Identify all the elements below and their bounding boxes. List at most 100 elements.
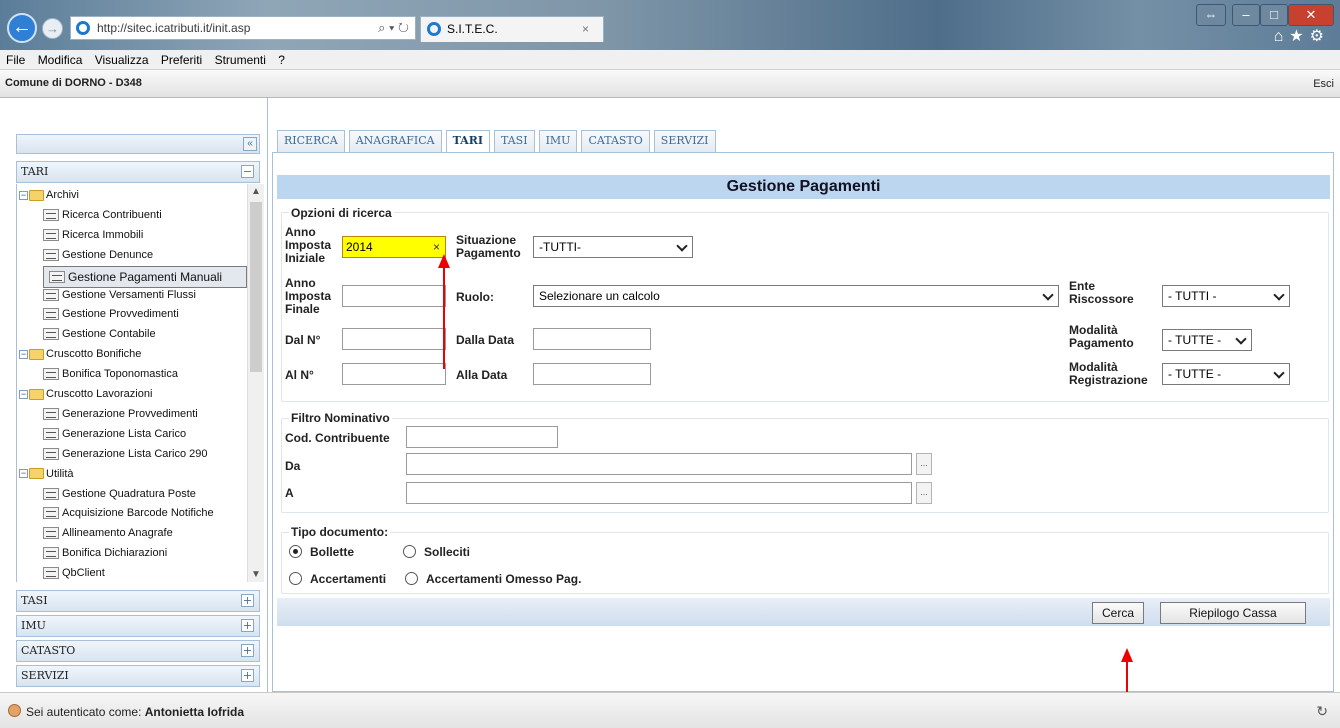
tree-item[interactable]: Gestione Provvedimenti (43, 305, 247, 323)
chevron-down-icon (1042, 289, 1054, 301)
tree-folder[interactable]: − Utilità (19, 465, 247, 483)
riepilogo-cassa-button[interactable]: Riepilogo Cassa (1160, 602, 1306, 624)
tree-item[interactable]: Generazione Lista Carico (43, 425, 247, 443)
tree-item[interactable]: Ricerca Contribuenti (43, 206, 247, 224)
minimize-icon[interactable]: – (1232, 4, 1260, 26)
ente-select[interactable]: - TUTTI - (1162, 285, 1290, 307)
search-button[interactable]: Cerca (1092, 602, 1144, 624)
tab-servizi[interactable]: SERVIZI (653, 130, 716, 152)
dal-n-input[interactable] (342, 328, 446, 350)
refresh-icon[interactable]: ↻ (1316, 703, 1328, 720)
back-arrow-icon[interactable]: ← (7, 13, 37, 43)
left-panel: « TARI − − Archivi Ricerca Contribuenti Ric… (0, 98, 268, 692)
expand-icon[interactable]: + (241, 619, 254, 632)
tree-item[interactable]: Acquisizione Barcode Notifiche (43, 504, 247, 522)
maximize-icon[interactable]: □ (1260, 4, 1288, 26)
search-refresh-icon[interactable]: ⌕ ▾ ↻ (378, 17, 409, 39)
section-imu[interactable]: IMU + (16, 615, 260, 637)
section-catasto[interactable]: CATASTO + (16, 640, 260, 662)
da-input[interactable] (406, 453, 912, 475)
collapse-node-icon[interactable]: − (19, 389, 28, 399)
tree-scrollbar[interactable]: ▲ ▼ (248, 184, 264, 582)
tree-folder[interactable]: − Archivi (19, 186, 247, 204)
collapse-panel-icon[interactable]: « (243, 137, 257, 151)
anno-finale-input[interactable] (342, 285, 446, 307)
browse-a-button[interactable]: ... (916, 482, 932, 504)
collapse-node-icon[interactable]: − (19, 190, 28, 200)
exit-link[interactable]: Esci (1313, 78, 1334, 90)
tab-tasi[interactable]: TASI (494, 130, 535, 152)
section-servizi[interactable]: SERVIZI + (16, 665, 260, 687)
ruolo-select[interactable]: Selezionare un calcolo (533, 285, 1059, 307)
collapse-node-icon[interactable]: − (19, 349, 28, 359)
close-window-icon[interactable]: ✕ (1288, 4, 1334, 26)
tree-item[interactable]: Ricerca Immobili (43, 226, 247, 244)
forward-arrow-icon[interactable]: → (42, 18, 63, 39)
anno-iniziale-input[interactable]: 2014 × (342, 236, 446, 258)
tree-item[interactable]: Allineamento Anagrafe (43, 524, 247, 542)
section-label: IMU (21, 619, 46, 632)
menu-modifica[interactable]: Modifica (38, 53, 83, 67)
browser-tab[interactable]: S.I.T.E.C. × (420, 16, 604, 42)
tab-catasto[interactable]: CATASTO (581, 130, 650, 152)
tree-item[interactable]: Gestione Contabile (43, 325, 247, 343)
tab-anagrafica[interactable]: ANAGRAFICA (348, 130, 442, 152)
browse-da-button[interactable]: ... (916, 453, 932, 475)
collapse-node-icon[interactable]: − (19, 469, 28, 479)
solleciti-radio[interactable] (403, 545, 416, 558)
accertamenti-radio[interactable] (289, 572, 302, 585)
tree-item[interactable]: Bonifica Toponomastica (43, 365, 247, 383)
tree-item[interactable]: Generazione Provvedimenti (43, 405, 247, 423)
tree-item[interactable]: QbClient (43, 564, 247, 582)
expand-icon[interactable]: + (241, 644, 254, 657)
scroll-thumb[interactable] (250, 202, 262, 372)
collapse-icon[interactable]: − (241, 165, 254, 178)
situazione-select[interactable]: -TUTTI- (533, 236, 693, 258)
close-tab-icon[interactable]: × (582, 17, 589, 41)
alla-data-input[interactable] (533, 363, 651, 385)
section-label: CATASTO (21, 644, 76, 657)
home-star-gear-icons[interactable]: ⌂★⚙ (1274, 26, 1330, 46)
expand-icon[interactable]: + (241, 669, 254, 682)
menu-preferiti[interactable]: Preferiti (161, 53, 202, 67)
page-icon (49, 271, 65, 284)
dalla-data-input[interactable] (533, 328, 651, 350)
tree-folder[interactable]: − Cruscotto Bonifiche (19, 345, 247, 363)
ruolo-value: Selezionare un calcolo (539, 289, 660, 303)
situazione-value: -TUTTI- (539, 240, 581, 254)
tree-item[interactable]: Gestione Denunce (43, 246, 247, 264)
restore-icon[interactable]: ⇔ (1196, 4, 1226, 26)
section-tasi[interactable]: TASI + (16, 590, 260, 612)
modalita-pag-select[interactable]: - TUTTE - (1162, 329, 1252, 351)
tab-tari[interactable]: TARI (445, 130, 490, 153)
anno-iniziale-value: 2014 (346, 240, 373, 254)
page-icon (43, 447, 59, 460)
tab-ricerca[interactable]: RICERCA (277, 130, 345, 152)
al-n-input[interactable] (342, 363, 446, 385)
menu-file[interactable]: File (6, 53, 25, 67)
expand-icon[interactable]: + (241, 594, 254, 607)
modalita-reg-select[interactable]: - TUTTE - (1162, 363, 1290, 385)
tree-item[interactable]: Gestione Pagamenti Manuali (43, 265, 247, 288)
page-icon (43, 368, 59, 381)
cod-contribuente-input[interactable] (406, 426, 558, 448)
scroll-down-icon[interactable]: ▼ (250, 569, 262, 580)
menu-visualizza[interactable]: Visualizza (95, 53, 149, 67)
address-bar[interactable]: http://sitec.icatributi.it/init.asp ⌕ ▾ … (70, 16, 416, 40)
menu-help[interactable]: ? (278, 53, 285, 67)
tree-folder[interactable]: − Cruscotto Lavorazioni (19, 385, 247, 403)
page-icon (43, 547, 59, 560)
accertamenti-omesso-radio[interactable] (405, 572, 418, 585)
status-bar: Sei autenticato come: Antonietta Iofrida… (0, 692, 1340, 728)
page-icon (43, 427, 59, 440)
tree-item[interactable]: Gestione Quadratura Poste (43, 485, 247, 503)
bollette-radio[interactable] (289, 545, 302, 558)
menu-strumenti[interactable]: Strumenti (215, 53, 266, 67)
section-tari[interactable]: TARI − (16, 161, 260, 183)
tree-item[interactable]: Bonifica Dichiarazioni (43, 544, 247, 562)
tree-item[interactable]: Generazione Lista Carico 290 (43, 445, 247, 463)
tree-item[interactable]: Gestione Versamenti Flussi (43, 286, 247, 304)
tab-imu[interactable]: IMU (538, 130, 578, 152)
a-input[interactable] (406, 482, 912, 504)
scroll-up-icon[interactable]: ▲ (250, 186, 262, 197)
